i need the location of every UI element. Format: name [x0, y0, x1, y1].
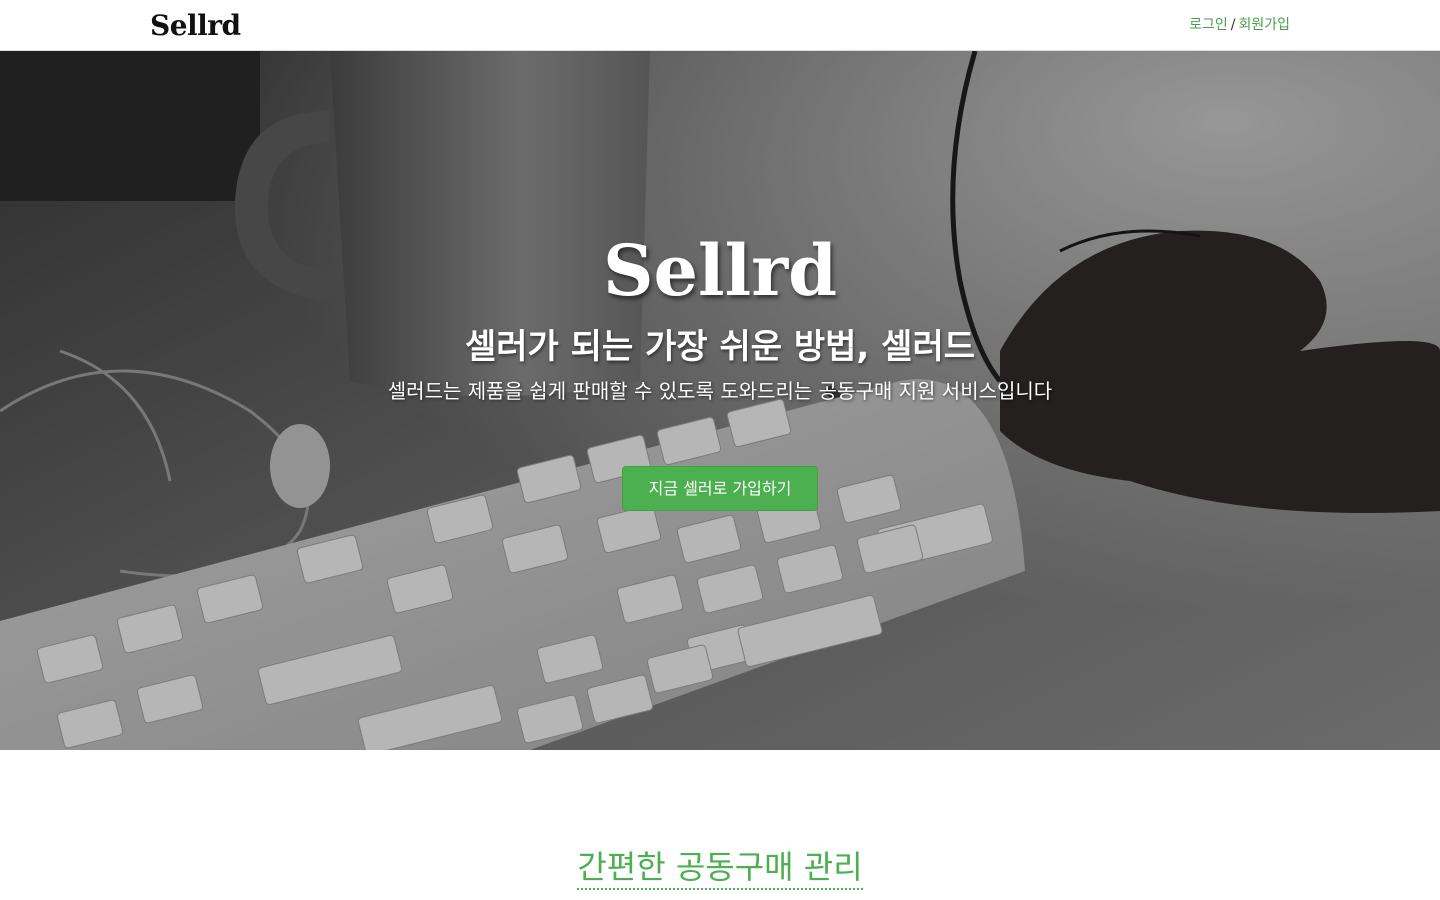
- logo[interactable]: Sellrd: [150, 8, 241, 44]
- login-link[interactable]: 로그인: [1189, 17, 1228, 33]
- site-header: Sellrd 로그인 / 회원가입: [0, 0, 1440, 51]
- hero-title: Sellrd: [602, 229, 838, 312]
- signup-seller-button[interactable]: 지금 셀러로 가입하기: [622, 466, 818, 511]
- signup-link[interactable]: 회원가입: [1238, 17, 1290, 33]
- hero-section: Sellrd 셀러가 되는 가장 쉬운 방법, 셀러드 셀러드는 제품을 쉽게 …: [0, 51, 1440, 750]
- section-heading: 간편한 공동구매 관리: [0, 846, 1440, 890]
- section-title[interactable]: 간편한 공동구매 관리: [577, 846, 863, 890]
- auth-separator: /: [1230, 17, 1236, 33]
- auth-links: 로그인 / 회원가입: [1189, 15, 1290, 35]
- hero-description: 셀러드는 제품을 쉽게 판매할 수 있도록 도와드리는 공동구매 지원 서비스입…: [387, 379, 1053, 403]
- hero-subtitle: 셀러가 되는 가장 쉬운 방법, 셀러드: [464, 327, 976, 367]
